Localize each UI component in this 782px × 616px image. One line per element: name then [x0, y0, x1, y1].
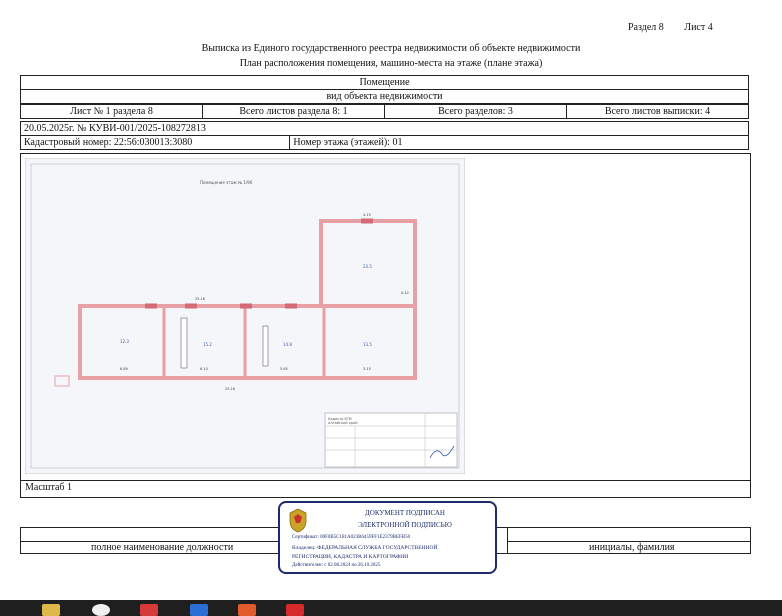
stamp-owner2: РЕГИСТРАЦИИ, КАДАСТРА И КАРТОГРАФИИ — [292, 554, 409, 560]
folder-icon[interactable] — [42, 604, 60, 616]
object-type-table: Помещение вид объекта недвижимости — [20, 75, 749, 104]
floor-number: Номер этажа (этажей): 01 — [289, 135, 749, 150]
stamp-owner1: Владелец: ФЕДЕРАЛЬНАЯ СЛУЖБА ГОСУДАРСТВЕ… — [292, 545, 438, 551]
sheet-info-table: Лист № 1 раздела 8 Всего листов раздела … — [20, 104, 749, 119]
object-type-value: Помещение — [20, 75, 749, 90]
pdf-reader-icon[interactable] — [286, 604, 304, 616]
electronic-signature-stamp: ДОКУМЕНТ ПОДПИСАН ЭЛЕКТРОННОЙ ПОДПИСЬЮ С… — [278, 501, 497, 574]
stamp-line1: ДОКУМЕНТ ПОДПИСАН — [365, 509, 445, 517]
sheet-number: Лист № 1 раздела 8 — [20, 104, 203, 119]
plan-title: Помещение этаж № 1/90 — [200, 180, 253, 185]
sheet-label: Лист 4 — [684, 22, 713, 33]
name-caption: инициалы, фамилия — [589, 542, 675, 553]
browser-icon[interactable] — [92, 604, 110, 616]
taskbar — [0, 600, 782, 616]
dim-bottom-total: 25.16 — [225, 387, 235, 391]
column-2 — [262, 325, 269, 367]
dim-top: 25.16 — [195, 297, 205, 301]
dim-small: 0.42 — [401, 291, 409, 295]
scale-row: Масштаб 1 — [20, 479, 751, 498]
floor-plan-drawing: Помещение этаж № 1/90 12.3 15.2 14.8 13.… — [25, 158, 465, 474]
document-subtitle: План расположения помещения, машино-мест… — [239, 58, 543, 69]
date-number: 20.05.2025г. № КУВИ-001/2025-108272813 — [20, 121, 749, 136]
position-caption: полное наименование должности — [91, 542, 234, 553]
total-sheets-section: Всего листов раздела 8: 1 — [202, 104, 385, 119]
dim-room-2: 6.10 — [200, 367, 208, 371]
store-icon[interactable] — [190, 604, 208, 616]
dim-upper: 4.15 — [363, 213, 371, 217]
header-right: Раздел 8 Лист 4 — [628, 22, 731, 33]
room-area-3: 14.8 — [283, 342, 292, 347]
cadastral-number: Кадастровый номер: 22:56:030013:3080 — [19, 135, 291, 150]
document-title: Выписка из Единого государственного реес… — [201, 43, 581, 54]
room-area-5: 23.5 — [363, 264, 372, 269]
identification-table: 20.05.2025г. № КУВИ-001/2025-108272813 К… — [19, 121, 749, 150]
floor-plan-frame: Помещение этаж № 1/90 12.3 15.2 14.8 13.… — [20, 153, 751, 481]
scale-label: Масштаб 1 — [25, 482, 72, 493]
room-area-2: 15.2 — [203, 342, 212, 347]
total-sheets-extract: Всего листов выписки: 4 — [566, 104, 749, 119]
room-area-1: 12.3 — [120, 339, 129, 344]
emblem-icon — [286, 507, 310, 533]
object-type-caption: вид объекта недвижимости — [20, 89, 749, 104]
stamp-certificate: Сертификат: 00F0B5C181A023B6459FF1E2379B… — [292, 535, 411, 540]
mail-icon[interactable] — [140, 604, 158, 616]
room-area-4: 13.5 — [363, 342, 372, 347]
column-1 — [180, 317, 188, 369]
dim-room-3: 5.65 — [280, 367, 288, 371]
total-sections: Всего разделов: 3 — [384, 104, 567, 119]
app-icon[interactable] — [238, 604, 256, 616]
section-label: Раздел 8 — [628, 22, 664, 33]
title-block-line2: Алтайский край — [328, 421, 358, 425]
dim-room-4: 3.15 — [363, 367, 371, 371]
stamp-line2: ЭЛЕКТРОННОЙ ПОДПИСЬЮ — [358, 521, 452, 529]
dim-room-1: 6.89 — [120, 367, 128, 371]
stamp-validity: Действителен: с 02.08.2024 по 26.10.2025 — [292, 563, 381, 568]
